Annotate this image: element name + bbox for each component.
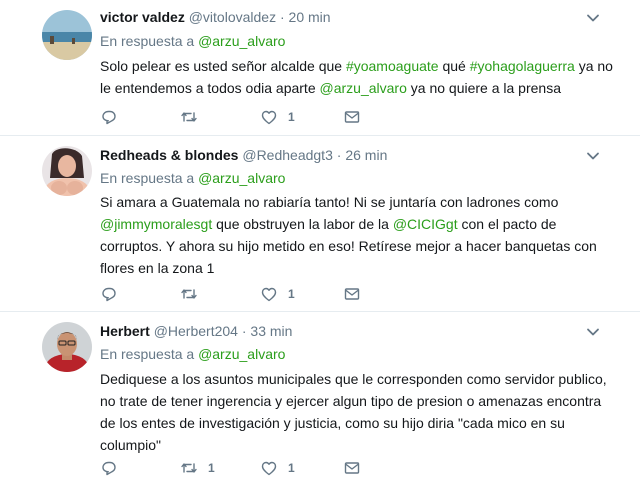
tweet[interactable]: victor valdez @vitolovaldez · 20 min En … [0, 0, 640, 136]
reply-prefix: En respuesta a [100, 346, 195, 362]
tweet-text-segment: Dediquese a los asuntos municipales que … [100, 371, 607, 453]
envelope-icon [344, 288, 360, 300]
reply-prefix: En respuesta a [100, 170, 195, 186]
like-count: 1 [288, 461, 295, 475]
separator-dot: · [336, 147, 342, 163]
heart-icon [261, 461, 277, 476]
author-handle[interactable]: @vitolovaldez [189, 9, 276, 25]
tweet-text-segment: qué [438, 58, 470, 74]
tweet-actions: 1 [100, 284, 400, 304]
retweet-icon [181, 112, 197, 122]
tweet-actions: 1 1 [100, 458, 400, 478]
reply-button[interactable] [100, 284, 128, 304]
tweet-text-segment: Si amara a Guatemala no rabiaría tanto! … [100, 194, 559, 210]
reply-context: En respuesta a @arzu_alvaro [100, 32, 285, 50]
avatar-image [42, 322, 92, 372]
tweet-header: victor valdez @vitolovaldez · 20 min [100, 8, 331, 26]
reply-icon [102, 110, 116, 125]
tweet-actions: 1 [100, 107, 400, 127]
direct-message-button[interactable] [343, 107, 361, 127]
avatar[interactable] [42, 146, 92, 196]
mention-link[interactable]: @CICIGgt [393, 216, 458, 232]
hashtag-link[interactable]: #yohagolaguerra [470, 58, 575, 74]
timestamp[interactable]: 26 min [345, 147, 387, 163]
reply-context: En respuesta a @arzu_alvaro [100, 169, 285, 187]
chevron-down-icon[interactable] [586, 149, 600, 163]
mention-link[interactable]: @jimmymoralesgt [100, 216, 212, 232]
like-button[interactable]: 1 [260, 458, 295, 478]
timestamp[interactable]: 33 min [250, 323, 292, 339]
reply-to-mention[interactable]: @arzu_alvaro [198, 170, 285, 186]
retweet-count: 1 [208, 461, 215, 475]
like-button[interactable]: 1 [260, 284, 295, 304]
reply-to-mention[interactable]: @arzu_alvaro [198, 33, 285, 49]
avatar-image [42, 146, 92, 196]
chevron-down-icon[interactable] [586, 11, 600, 25]
envelope-icon [344, 462, 360, 474]
tweet-text-segment: Solo pelear es usted señor alcalde que [100, 58, 346, 74]
reply-icon [102, 287, 116, 302]
author-name[interactable]: Redheads & blondes [100, 147, 238, 163]
retweet-button[interactable] [180, 107, 208, 127]
avatar-image [42, 10, 92, 60]
direct-message-button[interactable] [343, 458, 361, 478]
author-handle[interactable]: @Herbert204 [154, 323, 238, 339]
like-count: 1 [288, 110, 295, 124]
retweet-button[interactable]: 1 [180, 458, 215, 478]
tweet-text: Dediquese a los asuntos municipales que … [100, 368, 620, 456]
reply-prefix: En respuesta a [100, 33, 195, 49]
tweet[interactable]: Herbert @Herbert204 · 33 min En respuest… [0, 312, 640, 478]
tweet-text-segment: ya no quiere a la prensa [406, 80, 561, 96]
avatar[interactable] [42, 322, 92, 372]
reply-button[interactable] [100, 458, 128, 478]
retweet-icon [181, 463, 197, 473]
avatar[interactable] [42, 10, 92, 60]
heart-icon [261, 110, 277, 125]
separator-dot: · [241, 323, 247, 339]
author-name[interactable]: victor valdez [100, 9, 185, 25]
heart-icon [261, 287, 277, 302]
like-count: 1 [288, 287, 295, 301]
chevron-down-icon[interactable] [586, 325, 600, 339]
envelope-icon [344, 111, 360, 123]
timestamp[interactable]: 20 min [289, 9, 331, 25]
tweet-header: Herbert @Herbert204 · 33 min [100, 322, 292, 340]
mention-link[interactable]: @arzu_alvaro [320, 80, 407, 96]
author-name[interactable]: Herbert [100, 323, 150, 339]
tweet-text: Si amara a Guatemala no rabiaría tanto! … [100, 191, 620, 279]
tweet-text-segment: que obstruyen la labor de la [212, 216, 393, 232]
reply-icon [102, 461, 116, 476]
tweet-header: Redheads & blondes @Redheadgt3 · 26 min [100, 146, 387, 164]
tweet[interactable]: Redheads & blondes @Redheadgt3 · 26 min … [0, 136, 640, 312]
reply-button[interactable] [100, 107, 128, 127]
hashtag-link[interactable]: #yoamoaguate [346, 58, 439, 74]
retweet-button[interactable] [180, 284, 208, 304]
like-button[interactable]: 1 [260, 107, 295, 127]
direct-message-button[interactable] [343, 284, 361, 304]
tweet-text: Solo pelear es usted señor alcalde que #… [100, 55, 620, 99]
retweet-icon [181, 289, 197, 299]
separator-dot: · [279, 9, 285, 25]
reply-context: En respuesta a @arzu_alvaro [100, 345, 285, 363]
author-handle[interactable]: @Redheadgt3 [242, 147, 333, 163]
reply-to-mention[interactable]: @arzu_alvaro [198, 346, 285, 362]
